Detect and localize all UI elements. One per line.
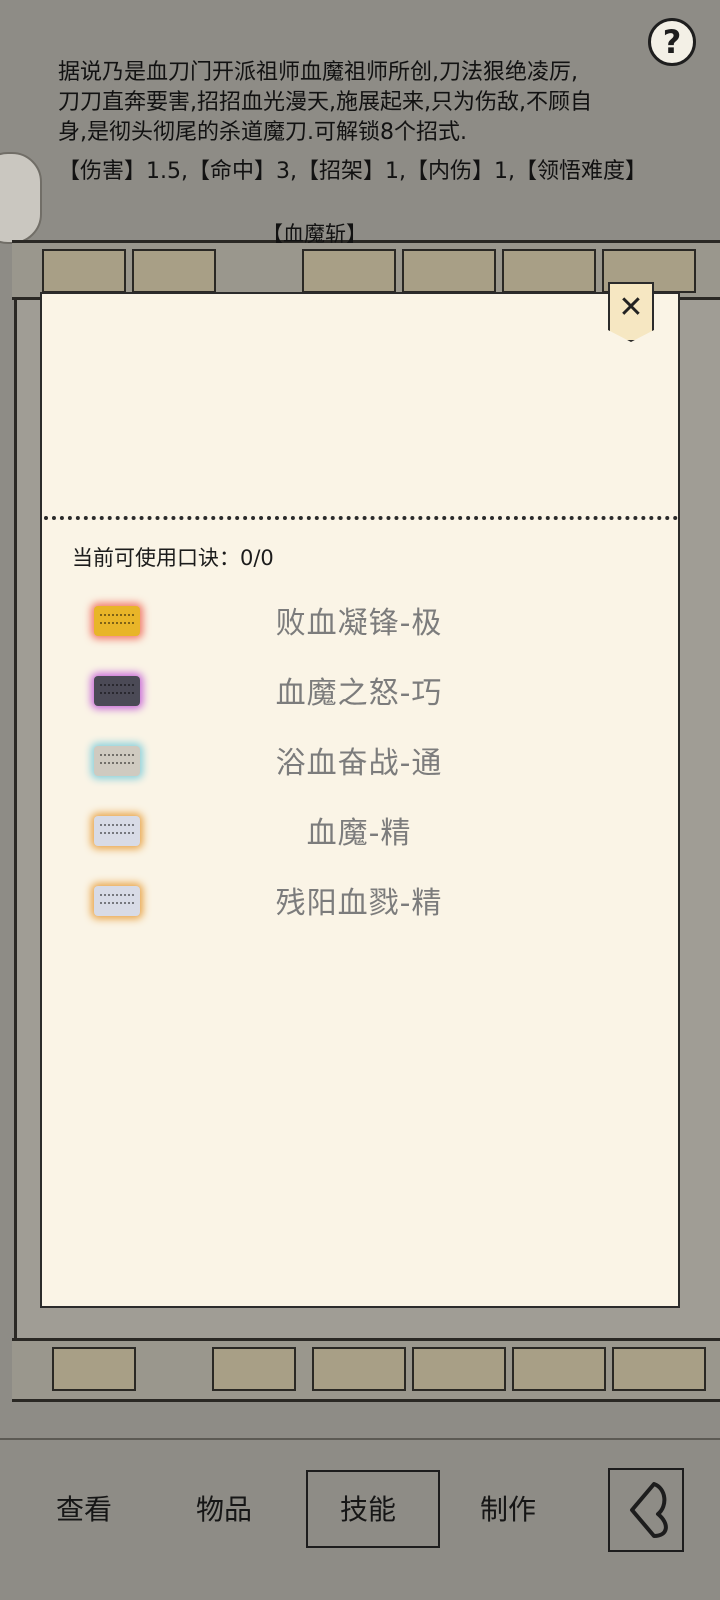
close-button[interactable]: ✕: [608, 282, 654, 342]
dark-gem-icon: [94, 676, 140, 706]
back-button[interactable]: [608, 1468, 684, 1552]
skill-panel: 当前可使用口诀：0/0 败血凝锋-极 血魔之怒-巧 浴血奋战-通 血魔-精 残阳…: [40, 292, 680, 1308]
skill-stats: 【伤害】1.5,【命中】3,【招架】1,【内伤】1,【领悟难度】: [58, 159, 647, 184]
close-icon: ✕: [618, 290, 644, 325]
tab-items[interactable]: 物品: [196, 1488, 252, 1528]
bottom-divider: [0, 1438, 720, 1440]
tab-view[interactable]: 查看: [56, 1488, 112, 1528]
move-label: 【血魔斩】: [262, 222, 367, 246]
silver-gem-icon: [94, 886, 140, 916]
dotted-divider: [44, 516, 678, 520]
koujue-count: 当前可使用口诀：0/0: [72, 546, 274, 570]
skill-name: 浴血奋战-通: [275, 746, 443, 781]
tab-craft[interactable]: 制作: [480, 1488, 536, 1528]
skill-name: 败血凝锋-极: [275, 606, 443, 641]
skill-item[interactable]: 残阳血戮-精: [42, 874, 678, 944]
tab-skills[interactable]: 技能: [340, 1488, 396, 1528]
skill-item[interactable]: 血魔-精: [42, 804, 678, 874]
skill-description: 据说乃是血刀门开派祖师血魔祖师所创,刀法狠绝凌厉, 刀刀直奔要害,招招血光漫天,…: [58, 58, 678, 148]
skill-name: 残阳血戮-精: [275, 886, 443, 921]
teal-gem-icon: [94, 746, 140, 776]
question-icon: ?: [662, 23, 682, 61]
skill-name: 血魔之怒-巧: [275, 676, 443, 711]
description-line: 身,是彻头彻尾的杀道魔刀.可解锁8个招式.: [58, 120, 467, 145]
skill-item[interactable]: 血魔之怒-巧: [42, 664, 678, 734]
back-arrow-icon: [630, 1482, 668, 1538]
skill-list: 败血凝锋-极 血魔之怒-巧 浴血奋战-通 血魔-精 残阳血戮-精: [42, 594, 678, 944]
side-sticker: [0, 152, 42, 244]
scroll-roll-bottom: [12, 1338, 720, 1402]
gold-gem-icon: [94, 606, 140, 636]
silver-gem-icon: [94, 816, 140, 846]
skill-item[interactable]: 败血凝锋-极: [42, 594, 678, 664]
description-line: 据说乃是血刀门开派祖师血魔祖师所创,刀法狠绝凌厉,: [58, 60, 578, 85]
description-line: 刀刀直奔要害,招招血光漫天,施展起来,只为伤敌,不顾自: [58, 90, 592, 115]
skill-item[interactable]: 浴血奋战-通: [42, 734, 678, 804]
bottom-nav: 查看 物品 技能 制作: [0, 1460, 720, 1580]
skill-name: 血魔-精: [306, 816, 412, 851]
